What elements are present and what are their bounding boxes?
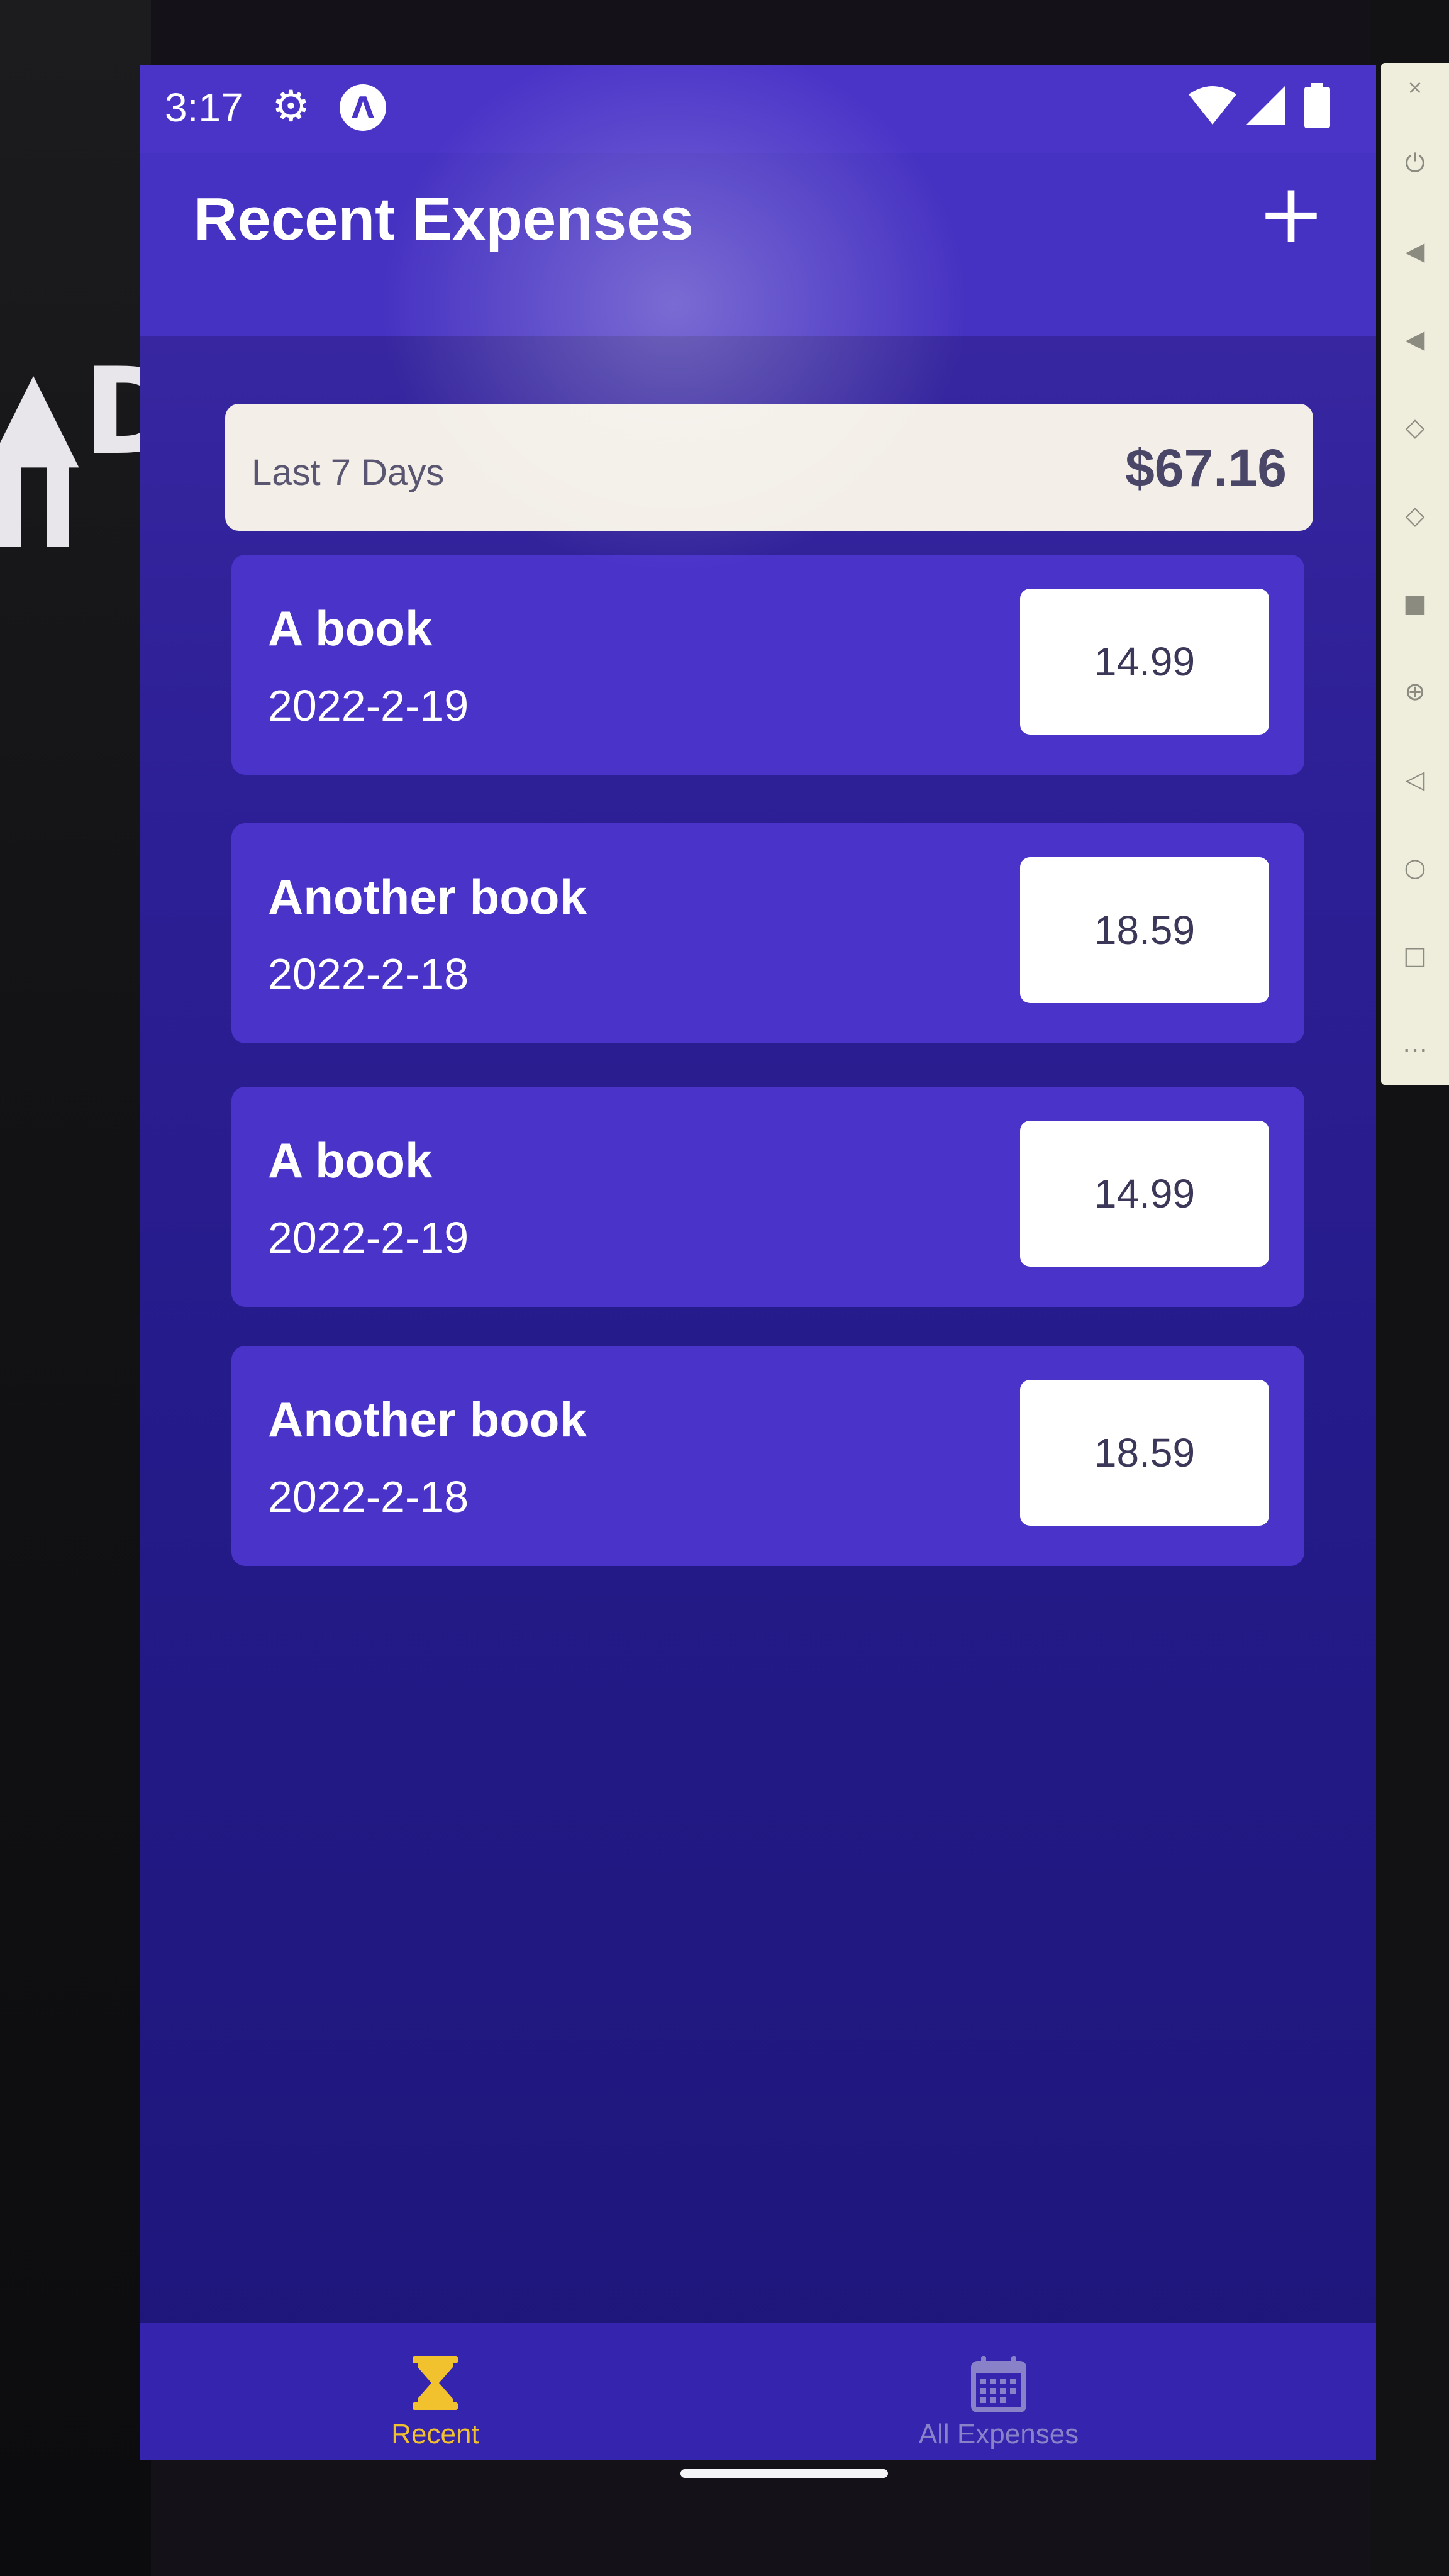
expense-date: 2022-2-19 — [268, 1213, 469, 1262]
close-icon[interactable]: × — [1402, 75, 1428, 101]
zoom-icon[interactable]: ⊕ — [1402, 679, 1428, 704]
more-icon[interactable]: … — [1402, 1031, 1428, 1057]
camera-icon[interactable]: ■ — [1402, 591, 1428, 616]
summary-period: Last 7 Days — [252, 452, 445, 493]
gear-icon: ⚙ — [272, 82, 310, 131]
expenses-summary: Last 7 Days $67.16 — [225, 404, 1313, 531]
bottom-tab-bar: Recent All Expenses — [140, 2323, 1376, 2460]
expense-amount: 14.99 — [1020, 589, 1269, 735]
summary-sum: $67.16 — [1125, 438, 1287, 497]
signal-icon — [1246, 86, 1285, 125]
wifi-icon — [1189, 86, 1236, 125]
hourglass-icon — [413, 2356, 458, 2410]
tab-all-expenses[interactable]: All Expenses — [841, 2323, 1156, 2460]
calendar-icon — [971, 2356, 1026, 2412]
expense-date: 2022-2-19 — [268, 681, 469, 730]
emulator-toolbar: × ⏻ ◀ ◀ ◇ ◇ ■ ⊕ ◁ ○ □ … — [1381, 63, 1449, 1085]
phone-screen: 3:17 ⚙ Λ Recent Expenses + Last 7 Days $… — [140, 65, 1376, 2460]
expense-amount: 14.99 — [1020, 1121, 1269, 1267]
expense-item[interactable]: A book 2022-2-19 14.99 — [231, 555, 1304, 775]
expense-item[interactable]: Another book 2022-2-18 18.59 — [231, 823, 1304, 1043]
page-title: Recent Expenses — [194, 186, 694, 253]
power-icon[interactable]: ⏻ — [1402, 151, 1428, 176]
battery-icon — [1304, 83, 1330, 128]
rotate-right-icon[interactable]: ◇ — [1402, 503, 1428, 528]
expense-description: A book — [268, 1133, 433, 1188]
volume-up-icon[interactable]: ◀ — [1402, 239, 1428, 264]
expense-amount: 18.59 — [1020, 857, 1269, 1003]
app-notification-icon: Λ — [340, 84, 386, 131]
expense-item[interactable]: Another book 2022-2-18 18.59 — [231, 1346, 1304, 1566]
status-time: 3:17 — [165, 85, 243, 130]
rotate-left-icon[interactable]: ◇ — [1402, 415, 1428, 440]
tab-label: All Expenses — [918, 2419, 1079, 2450]
expense-description: A book — [268, 601, 433, 656]
expense-description: Another book — [268, 869, 587, 924]
volume-down-icon[interactable]: ◀ — [1402, 327, 1428, 352]
gesture-nav-handle[interactable] — [680, 2469, 888, 2478]
add-expense-button[interactable]: + — [1250, 172, 1332, 254]
status-bar: 3:17 ⚙ Λ — [140, 65, 1376, 153]
expense-item[interactable]: A book 2022-2-19 14.99 — [231, 1087, 1304, 1307]
home-icon[interactable]: ○ — [1402, 855, 1428, 880]
tab-recent[interactable]: Recent — [278, 2323, 592, 2460]
expense-date: 2022-2-18 — [268, 950, 469, 999]
tab-label: Recent — [391, 2419, 479, 2450]
expense-description: Another book — [268, 1392, 587, 1447]
overview-icon[interactable]: □ — [1402, 943, 1428, 969]
back-icon[interactable]: ◁ — [1402, 767, 1428, 792]
expense-date: 2022-2-18 — [268, 1472, 469, 1521]
expense-amount: 18.59 — [1020, 1380, 1269, 1526]
